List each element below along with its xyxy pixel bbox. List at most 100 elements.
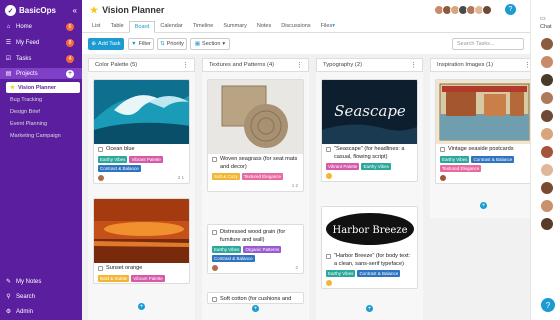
tab-discussions[interactable]: Discussions [276,20,315,32]
column-header[interactable]: Typography (2) ⋮ [316,58,423,72]
member-avatars[interactable] [434,5,492,15]
task-card[interactable]: Soft cotton (for cushions and [207,292,304,304]
search-tasks-input[interactable]: Search Tasks... [452,38,524,50]
tag[interactable]: Earthy Vibes [98,155,128,163]
add-card-icon[interactable]: + [138,303,145,310]
tag[interactable]: Bold & Subtle [98,274,130,282]
tag[interactable]: Earthy Vibes [326,270,356,278]
avatar[interactable] [541,128,553,140]
sidebar-item-my-feed[interactable]: ☰ My Feed 8 [0,37,82,48]
avatar[interactable] [212,265,218,272]
tab-board[interactable]: Board [128,21,156,33]
card-title: Distressed wood grain (for furniture and… [208,225,303,245]
task-checkbox[interactable] [212,230,217,235]
tag[interactable]: Contrast & Balance [98,164,141,172]
tab-table[interactable]: Table [106,20,129,32]
tag[interactable]: Vibrant Palette [326,163,360,171]
priority-button[interactable]: ⇅ Priority [157,38,187,50]
help-chat-icon[interactable]: ? [541,298,555,312]
tab-files[interactable]: Files ▾ [316,20,340,32]
star-icon[interactable]: ★ [90,5,98,16]
project-event-planning[interactable]: Event Planning [0,118,82,129]
task-checkbox[interactable] [212,157,217,162]
tag[interactable]: Soft & Cozy [212,173,240,181]
tag[interactable]: Contrast & Balance [471,155,515,163]
tab-summary[interactable]: Summary [218,20,252,32]
avatar[interactable] [541,146,553,158]
add-project-icon[interactable]: + [66,69,74,78]
avatar[interactable] [326,280,332,287]
add-task-button[interactable]: ⊕ Add Task [88,38,124,50]
avatar[interactable] [541,164,553,176]
sidebar-item-my-notes[interactable]: ✎ My Notes [0,276,82,287]
filter-button[interactable]: ▼ Filter [128,38,154,50]
avatar[interactable] [541,38,553,50]
sidebar-item-home[interactable]: ⌂ Home 6 [0,21,82,32]
avatar[interactable] [98,174,104,181]
task-card[interactable]: Sunset orange Bold & Subtle Vibrant Pale… [93,198,190,284]
more-icon[interactable]: ⋮ [296,61,303,69]
avatar[interactable] [541,110,553,122]
section-dropdown[interactable]: ▦ Section ▾ [190,38,230,50]
tag[interactable]: Vibrant Palette [129,155,163,163]
task-card[interactable]: Distressed wood grain (for furniture and… [207,224,304,275]
avatar[interactable] [541,74,553,86]
tag[interactable]: Contrast & Balance [212,255,255,263]
avatar[interactable] [541,218,553,230]
avatar[interactable] [482,5,492,15]
task-checkbox[interactable] [440,147,445,152]
more-icon[interactable]: ⋮ [182,61,189,69]
tag[interactable]: Vibrant Palette [131,274,165,282]
help-icon[interactable]: ? [505,4,516,15]
avatar[interactable] [440,174,446,181]
task-card[interactable]: Vintage seaside postcards Earthy Vibes C… [435,79,532,184]
task-card[interactable]: Harbor Breeze "Harbor Breeze" (for body … [321,206,418,290]
sidebar-item-search[interactable]: ⚲ Search [0,291,82,302]
tag[interactable]: Contrast & Balance [357,270,401,278]
project-design-brief[interactable]: Design Brief [0,106,82,117]
tab-list[interactable]: List [87,20,106,32]
collapse-sidebar-icon[interactable]: « [73,6,77,15]
add-card-icon[interactable]: + [366,305,373,312]
task-checkbox[interactable] [326,254,331,259]
project-bug-tracking[interactable]: Bug Tracking [0,94,82,105]
tab-notes[interactable]: Notes [252,20,276,32]
column-header[interactable]: Textures and Patterns (4) ⋮ [202,58,309,72]
tag[interactable]: Earthy Vibes [440,155,470,163]
app-name: BasicOps [19,6,56,15]
project-vision-planner[interactable]: ★ Vision Planner [6,82,80,93]
tag[interactable]: Earthy Vibes [361,163,391,171]
sidebar-item-label: Projects [16,70,38,77]
avatar[interactable] [541,92,553,104]
avatar[interactable] [541,200,553,212]
tag[interactable]: Textured Elegance [440,164,482,172]
section-icon: ▦ [194,41,201,47]
tag[interactable]: Textured Elegance [241,173,284,181]
column-header[interactable]: Color Palette (5) ⋮ [88,58,195,72]
task-checkbox[interactable] [326,147,331,152]
task-card[interactable]: Seascape "Seascape" (for headlines: a ca… [321,79,418,183]
chat-icon[interactable]: ▭ [540,15,546,22]
task-checkbox[interactable] [212,297,217,302]
tab-calendar[interactable]: Calendar [155,20,187,32]
sidebar-item-admin[interactable]: ⚙ Admin [0,306,82,317]
avatar[interactable] [326,173,332,180]
more-icon[interactable]: ⋮ [410,61,417,69]
task-checkbox[interactable] [98,147,103,152]
avatar[interactable] [541,182,553,194]
tag[interactable]: Earthy Vibes [212,246,242,254]
sidebar-item-projects[interactable]: ▤ Projects + [0,68,82,79]
tag[interactable]: Organic Patterns [243,246,282,254]
avatar[interactable] [541,56,553,68]
tab-timeline[interactable]: Timeline [188,20,219,32]
task-checkbox[interactable] [98,266,103,271]
task-card[interactable]: Ocean blue Earthy Vibes Vibrant Palette … [93,79,190,184]
task-card[interactable]: Woven seagrass (for seat mats and decor)… [207,79,304,193]
project-marketing-campaign[interactable]: Marketing Campaign [0,130,82,141]
card-title-text: Distressed wood grain (for furniture and… [220,229,286,243]
add-card-icon[interactable]: + [480,202,487,209]
sidebar-item-tasks[interactable]: ☑ Tasks 4 [0,53,82,64]
app-logo[interactable]: ✓ BasicOps [5,5,56,16]
column-header[interactable]: Inspiration Images (1) ⋮ [430,58,537,72]
add-card-icon[interactable]: + [252,305,259,312]
